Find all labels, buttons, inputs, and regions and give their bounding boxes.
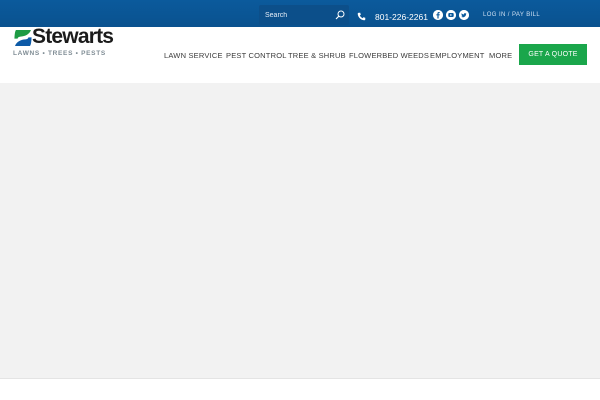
search-input[interactable] [265, 8, 331, 22]
login-pay-bill-link[interactable]: LOG IN / PAY BILL [483, 12, 540, 18]
phone-number-link[interactable]: 801-226-2261 [375, 12, 428, 22]
nav-lawn-service[interactable]: LAWN SERVICE [164, 51, 223, 60]
youtube-link[interactable] [446, 10, 456, 20]
get-a-quote-button[interactable]: GET A QUOTE [519, 44, 587, 65]
logo-wordmark: Stewarts [32, 25, 114, 48]
twitter-link[interactable] [459, 10, 469, 20]
logo-mark-icon [14, 30, 32, 46]
nav-employment[interactable]: EMPLOYMENT [430, 51, 485, 60]
facebook-icon [433, 10, 443, 20]
below-hero-strip [0, 378, 600, 400]
nav-flowerbed-weeds[interactable]: FLOWERBED WEEDS [349, 51, 429, 60]
logo-tagline: LAWNS • TREES • PESTS [13, 50, 106, 57]
twitter-icon [459, 10, 469, 20]
top-utility-bar: 801-226-2261 LOG IN / PAY BILL [0, 0, 600, 27]
facebook-link[interactable] [433, 10, 443, 20]
search-box[interactable] [259, 5, 349, 25]
nav-more[interactable]: MORE [489, 51, 512, 60]
nav-tree-shrub[interactable]: TREE & SHRUB [288, 51, 346, 60]
nav-pest-control[interactable]: PEST CONTROL [226, 51, 287, 60]
youtube-icon [446, 10, 456, 20]
search-icon[interactable] [335, 10, 345, 20]
phone-icon [357, 12, 366, 21]
stewarts-logo[interactable]: Stewarts LAWNS • TREES • PESTS [13, 25, 114, 57]
hero-banner-placeholder [0, 83, 600, 378]
